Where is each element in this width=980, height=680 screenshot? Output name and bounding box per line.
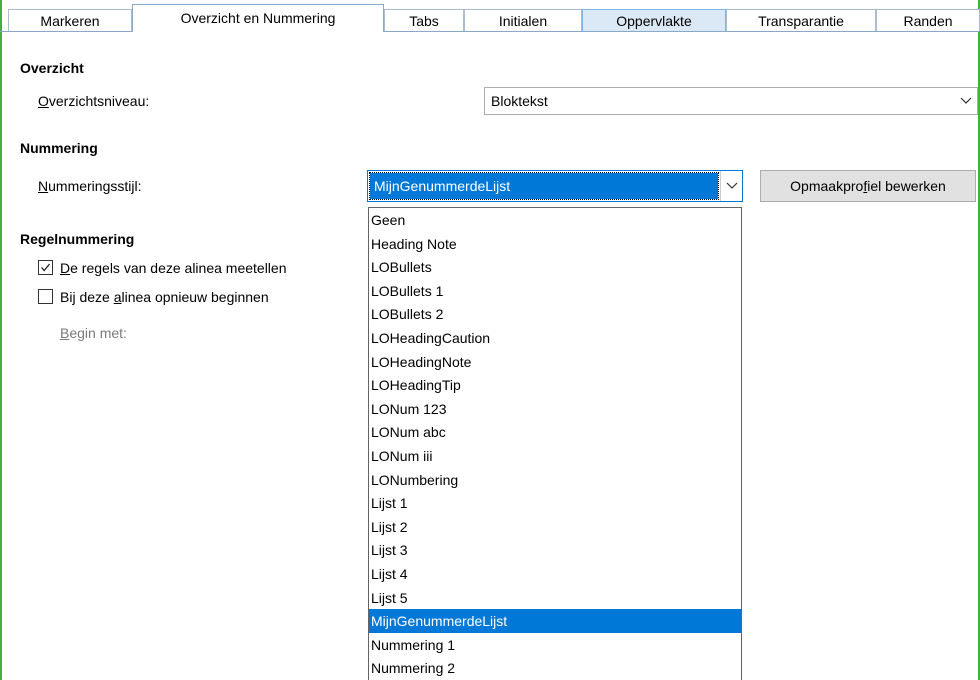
begin-met-mnemonic: B [60,325,70,341]
nummering-section-title: Nummering [20,140,98,156]
dropdown-option[interactable]: Geen [369,208,741,232]
dropdown-option[interactable]: Nummering 1 [369,633,741,657]
chevron-down-icon[interactable] [720,171,742,201]
dropdown-option[interactable]: LOHeadingTip [369,373,741,397]
tab-randen[interactable]: Randen [876,9,980,31]
overzichtsniveau-label: Overzichtsniveau: [38,93,149,109]
regelnummering-section-title: Regelnummering [20,231,135,247]
tab-strip: Markeren Overzicht en Nummering Tabs Ini… [0,0,980,33]
dropdown-option[interactable]: LONum abc [369,420,741,444]
count-lines-label: De regels van deze alinea meetellen [60,259,287,277]
begin-met-label: Begin met: [60,325,127,341]
overzichtsniveau-mnemonic: O [38,93,49,109]
dropdown-option[interactable]: LOHeadingNote [369,350,741,374]
dropdown-option[interactable]: Lijst 5 [369,586,741,610]
tab-overzicht-en-nummering[interactable]: Overzicht en Nummering [132,4,384,33]
dropdown-option[interactable]: LONum iii [369,444,741,468]
restart-label-text-a: Bij deze [60,289,114,305]
dropdown-option[interactable]: LONumbering [369,468,741,492]
dropdown-option[interactable]: LOBullets 2 [369,302,741,326]
paragraph-dialog: Markeren Overzicht en Nummering Tabs Ini… [0,0,980,680]
dropdown-option[interactable]: Heading Note [369,232,741,256]
dropdown-option[interactable]: Lijst 3 [369,538,741,562]
dropdown-option[interactable]: LOBullets [369,255,741,279]
tab-markeren[interactable]: Markeren [8,9,132,31]
restart-label-text-b: linea opnieuw beginnen [121,289,269,305]
begin-met-label-text: egin met: [69,325,127,341]
restart-mnemonic: a [113,289,122,305]
tab-tabs[interactable]: Tabs [384,9,464,31]
nummeringsstijl-value: MijnGenummerdeLijst [374,178,511,194]
nummeringsstijl-dropdown-list[interactable]: Geen Heading Note LOBullets LOBullets 1 LOBu… [368,207,742,680]
dropdown-option[interactable]: Lijst 4 [369,562,741,586]
edit-button-text-b: iel bewerken [867,178,946,194]
count-lines-checkbox[interactable] [38,260,53,275]
dialog-border-left [0,0,2,680]
count-lines-mnemonic: D [60,260,71,276]
nummeringsstijl-mnemonic: N [38,178,49,194]
dropdown-option[interactable]: Lijst 1 [369,491,741,515]
count-lines-checkbox-row[interactable]: De regels van deze alinea meetellen [38,259,358,277]
dropdown-option[interactable]: LONum 123 [369,397,741,421]
overzichtsniveau-label-text: verzichtsniveau: [48,93,150,109]
tab-initialen[interactable]: Initialen [464,9,582,31]
restart-label: Bij deze alinea opnieuw beginnen [60,288,269,306]
dropdown-option[interactable]: MijnGenummerdeLijst [369,609,741,634]
opmaakprofiel-bewerken-button[interactable]: Opmaakprofiel bewerken [760,170,976,202]
restart-checkbox[interactable] [38,289,53,304]
edit-button-text-a: Opmaakpro [790,178,864,194]
nummeringsstijl-label-text: ummeringsstijl: [48,178,142,194]
overzichtsniveau-combo[interactable]: Bloktekst [484,87,978,115]
dropdown-option[interactable]: Nummering 2 [369,656,741,680]
count-lines-label-text: e regels van deze alinea meetellen [70,260,287,276]
tab-transparantie[interactable]: Transparantie [726,9,876,31]
overzichtsniveau-value: Bloktekst [491,93,548,109]
tab-oppervlakte[interactable]: Oppervlakte [582,9,726,31]
dropdown-option[interactable]: Lijst 2 [369,515,741,539]
nummeringsstijl-label: Nummeringsstijl: [38,178,141,194]
check-icon [41,263,51,272]
chevron-down-icon[interactable] [955,88,977,114]
overzicht-section-title: Overzicht [20,60,84,76]
restart-checkbox-row[interactable]: Bij deze alinea opnieuw beginnen [38,288,358,306]
dropdown-option[interactable]: LOBullets 1 [369,279,741,303]
nummeringsstijl-combo[interactable]: MijnGenummerdeLijst [367,170,743,202]
dropdown-option[interactable]: LOHeadingCaution [369,326,741,350]
